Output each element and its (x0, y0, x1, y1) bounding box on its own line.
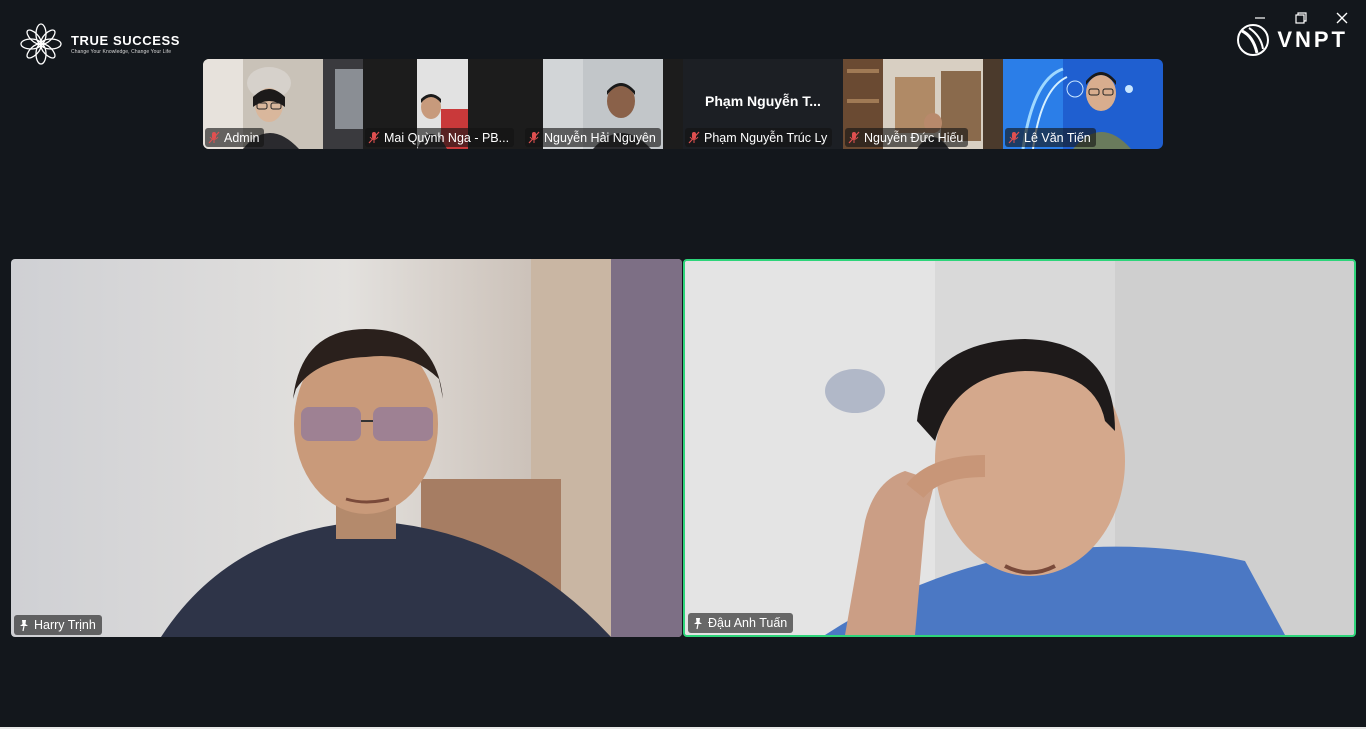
participant-label: Phạm Nguyễn Trúc Ly (685, 128, 833, 147)
mic-muted-icon (368, 131, 380, 144)
participant-thumbnail[interactable]: Nguyễn Hải Nguyên (523, 59, 683, 149)
pin-icon (20, 619, 28, 631)
partner-name: VNPT (1277, 27, 1348, 52)
participant-thumbnail[interactable]: Mai Quỳnh Nga - PB... (363, 59, 523, 149)
main-video-tile[interactable]: Harry Trịnh (11, 259, 682, 637)
meeting-window: TRUE SUCCESS Change Your Knowledge, Chan… (0, 0, 1366, 729)
participant-name: Nguyễn Đức Hiếu (864, 130, 964, 145)
pin-icon (694, 617, 702, 629)
participant-name: Lê Văn Tiến (1024, 130, 1091, 145)
participant-name: Phạm Nguyễn Trúc Ly (704, 130, 828, 145)
participant-label: Nguyễn Hải Nguyên (525, 128, 661, 147)
active-speaker-tile[interactable]: Đậu Anh Tuấn (683, 259, 1356, 637)
participant-label: Nguyễn Đức Hiếu (845, 128, 969, 147)
participant-display-name: Phạm Nguyễn T... (705, 93, 821, 109)
participant-label: Lê Văn Tiến (1005, 128, 1096, 147)
lotus-logo-icon (20, 23, 62, 65)
participant-name: Harry Trịnh (34, 618, 96, 632)
mic-muted-icon (528, 131, 540, 144)
participant-name: Admin (224, 130, 260, 145)
participant-thumbnail[interactable]: Admin (203, 59, 363, 149)
participant-thumbnail[interactable]: Phạm Nguyễn T... Phạm Nguyễn Trúc Ly (683, 59, 843, 149)
participant-thumbnail[interactable]: Nguyễn Đức Hiếu (843, 59, 1003, 149)
participant-thumbnail[interactable]: Lê Văn Tiến (1003, 59, 1163, 149)
mic-muted-icon (688, 131, 700, 144)
participant-video (685, 261, 1354, 635)
vnpt-logo-icon (1237, 24, 1270, 56)
participant-video (11, 259, 682, 637)
partner-logo: VNPT (1235, 22, 1348, 58)
mic-muted-icon (208, 131, 220, 144)
participant-name: Nguyễn Hải Nguyên (544, 130, 656, 145)
mic-muted-icon (848, 131, 860, 144)
participant-label: Đậu Anh Tuấn (688, 613, 794, 633)
participant-label: Mai Quỳnh Nga - PB... (365, 128, 515, 147)
participant-label: Admin (205, 128, 265, 147)
mic-muted-icon (1008, 131, 1020, 144)
brand-tagline: Change Your Knowledge, Change Your Life (71, 48, 172, 55)
participant-label: Harry Trịnh (14, 615, 102, 635)
brand-name: TRUE SUCCESS (71, 32, 181, 48)
participant-strip: Admin Mai Quỳnh Nga - PB... Nguyễn Hải N… (203, 59, 1163, 149)
participant-name: Đậu Anh Tuấn (708, 616, 788, 630)
brand-logo: TRUE SUCCESS Change Your Knowledge, Chan… (17, 20, 180, 68)
participant-name: Mai Quỳnh Nga - PB... (384, 130, 510, 145)
